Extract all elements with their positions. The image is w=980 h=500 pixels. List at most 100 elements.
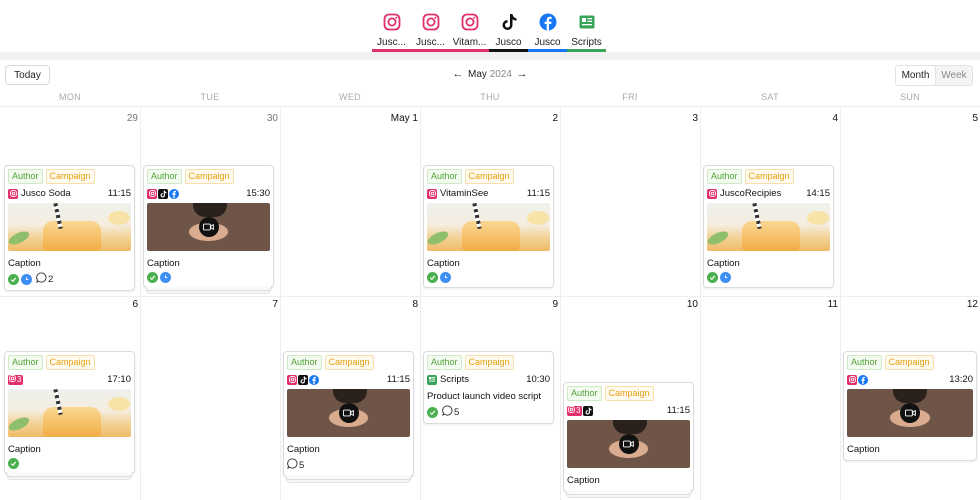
day-number: 7 [272,299,278,310]
campaign-tag: Campaign [45,169,95,184]
channel-bar: Jusc... Jusc... Vitam... Jusco Jusco Scr… [0,0,980,54]
scripts-icon [427,374,437,385]
campaign-tag: Campaign [604,386,654,401]
post-time: 10:30 [526,374,550,385]
current-month: May 2024 [468,69,512,80]
tab-label: Scripts [571,37,602,48]
instagram-icon [847,374,857,385]
facebook-icon [538,12,558,32]
approved-icon [8,273,19,285]
tab-scripts[interactable]: Scripts [567,8,606,52]
post-caption: Caption [287,444,320,455]
instagram-count-badge: 3 [567,405,583,416]
post-time: 11:15 [386,374,410,385]
post-thumbnail [8,389,131,437]
tab-instagram-jusco-2[interactable]: Jusc... [411,8,450,52]
divider [0,52,980,60]
script-card[interactable]: Author Campaign Scripts 10:30 Product lau… [423,351,554,424]
approved-icon [427,272,438,283]
post-time: 11:15 [666,405,690,416]
weekday-header: WED [339,92,361,102]
comment-icon [442,405,453,419]
author-tag: Author [707,169,742,184]
account-name: Scripts [440,374,470,385]
video-icon [618,434,639,454]
day-number: 11 [827,299,838,310]
scheduled-clock-icon [440,272,451,283]
day-number: 5 [972,113,978,124]
post-time: 11:15 [526,188,550,199]
post-time: 15:30 [246,188,270,199]
grid-line [280,106,281,500]
approved-icon [147,272,158,283]
today-button[interactable]: Today [5,65,50,85]
post-caption: Caption [847,444,880,455]
author-tag: Author [427,355,462,370]
campaign-tag: Campaign [324,355,374,370]
post-card[interactable]: Author Campaign 13:20 Caption [843,351,977,461]
post-thumbnail [8,203,131,251]
facebook-icon [309,374,319,385]
campaign-tag: Campaign [45,355,95,370]
post-card[interactable]: Author Campaign 15:30 Caption [143,165,274,294]
comment-count: 5 [299,459,305,471]
channel-tabs: Jusc... Jusc... Vitam... Jusco Jusco Scr… [372,8,606,52]
post-card[interactable]: Author Campaign 11:15 Caption 5 [283,351,414,483]
weekday-header: SUN [900,92,920,102]
post-caption: Caption [8,258,41,269]
view-toggle: Month Week [895,65,973,86]
post-card[interactable]: Author Campaign 3 17:10 Caption [4,351,135,480]
tab-facebook-jusco[interactable]: Jusco [528,8,567,52]
day-number: 8 [412,299,418,310]
day-number: 30 [266,113,278,124]
video-icon [900,403,920,423]
comment-icon [287,458,298,472]
author-tag: Author [847,355,882,370]
comment-count: 5 [454,406,460,418]
comment-count: 2 [48,273,54,285]
weekday-header: MON [59,92,81,102]
scheduled-clock-icon [720,272,731,283]
campaign-tag: Campaign [884,355,934,370]
tiktok-icon [158,188,168,199]
post-card[interactable]: Author Campaign VitaminSee 11:15 Caption [423,165,554,288]
weekday-header: FRI [622,92,638,102]
week-view-button[interactable]: Week [936,66,972,85]
instagram-icon [147,188,157,199]
day-number: 3 [692,113,698,124]
post-card[interactable]: Author Campaign Jusco Soda 11:15 Caption … [4,165,135,291]
campaign-tag: Campaign [464,169,514,184]
tab-label: Jusc... [377,37,406,48]
post-time: 11:15 [107,188,131,199]
instagram-icon [707,188,717,199]
tab-instagram-vitaminsee[interactable]: Vitam... [450,8,489,52]
post-thumbnail [707,203,830,251]
tab-label: Vitam... [452,37,487,48]
grid-line [0,296,980,297]
grid-line [420,106,421,500]
post-time: 14:15 [806,188,830,199]
video-icon [198,217,219,237]
account-name: Jusco Soda [21,188,71,199]
day-number: 29 [126,113,138,124]
account-name: JuscoRecipies [720,188,782,199]
instagram-icon [8,188,18,199]
post-time: 17:10 [107,374,131,385]
scheduled-clock-icon [160,272,171,283]
author-tag: Author [287,355,322,370]
tab-tiktok-jusco[interactable]: Jusco [489,8,528,52]
approved-icon [8,458,19,469]
instagram-icon [460,12,480,32]
post-card[interactable]: Author Campaign JuscoRecipies 14:15 Capti… [703,165,834,288]
post-thumbnail [147,203,270,251]
month-view-button[interactable]: Month [895,65,936,86]
facebook-icon [858,374,868,385]
day-number: 12 [966,299,978,310]
tab-instagram-jusco-1[interactable]: Jusc... [372,8,411,52]
prev-month-icon[interactable]: ← [452,68,464,80]
post-thumbnail [567,420,690,468]
grid-line [700,106,701,500]
next-month-icon[interactable]: → [516,68,528,80]
post-caption: Caption [707,258,740,269]
post-card[interactable]: Author Campaign 3 11:15 Caption [563,382,694,498]
